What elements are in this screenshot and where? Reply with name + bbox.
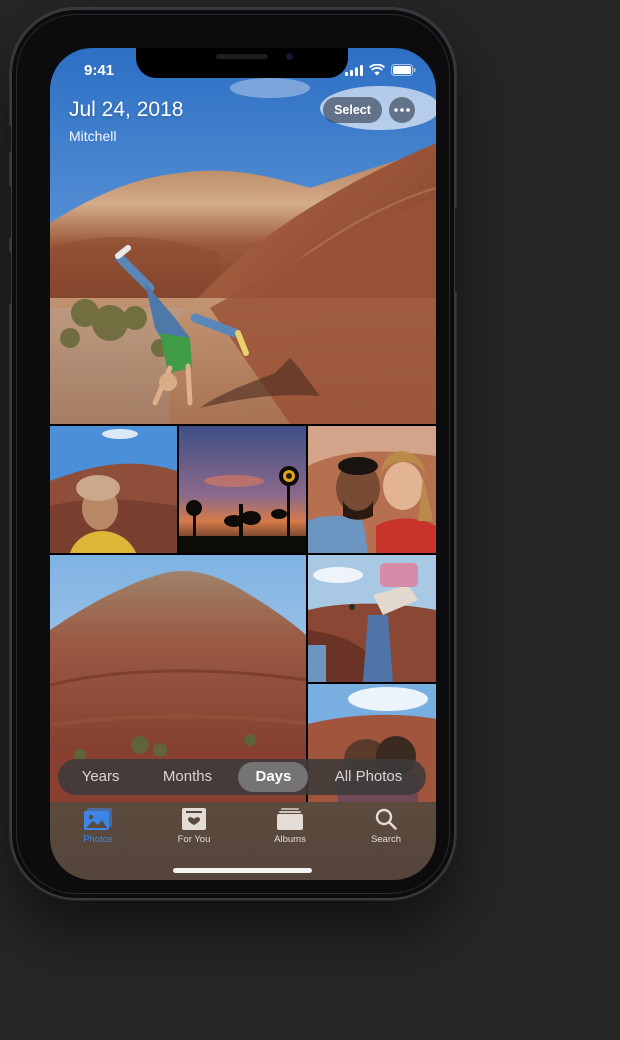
side-button [455,208,459,292]
photos-icon [84,808,112,830]
tab-albums[interactable]: Albums [255,808,325,845]
silent-switch [7,126,11,152]
segment-years[interactable]: Years [65,762,137,792]
tab-photos[interactable]: Photos [63,808,133,845]
status-icons [345,64,416,76]
tab-for-you[interactable]: For You [159,808,229,845]
wifi-icon [369,64,385,76]
phone-frame: 9:41 Jul 24, 2018 Mitchell Select Years … [7,8,459,900]
tab-albums-label: Albums [274,834,306,845]
battery-icon [391,64,416,76]
select-button[interactable]: Select [323,97,382,123]
tab-for-you-label: For You [177,834,211,845]
volume-down-button [7,252,11,304]
home-indicator[interactable] [173,868,312,873]
tab-search[interactable]: Search [351,808,421,845]
view-mode-segmented-control: Years Months Days All Photos [58,759,426,795]
status-time: 9:41 [84,62,115,79]
photo-boy-portrait[interactable] [50,426,177,553]
albums-icon [277,808,303,830]
ellipsis-icon [394,108,410,112]
cellular-signal-icon [345,64,363,76]
photo-couple-selfie[interactable] [308,426,436,553]
volume-up-button [7,186,11,238]
for-you-icon [182,808,206,830]
tab-photos-label: Photos [83,834,113,845]
tab-search-label: Search [370,834,402,845]
more-button[interactable] [389,97,415,123]
header-date: Jul 24, 2018 [69,98,184,121]
photo-sunset-flowers[interactable] [179,426,306,553]
search-icon [375,808,397,830]
segment-months[interactable]: Months [146,762,229,792]
photo-sneaker-feet[interactable] [308,555,436,682]
screen: 9:41 Jul 24, 2018 Mitchell Select Years … [50,48,436,880]
notch [136,48,348,78]
header-subtitle: Mitchell [69,128,117,144]
segment-days[interactable]: Days [238,762,309,792]
segment-all-photos[interactable]: All Photos [318,762,420,792]
